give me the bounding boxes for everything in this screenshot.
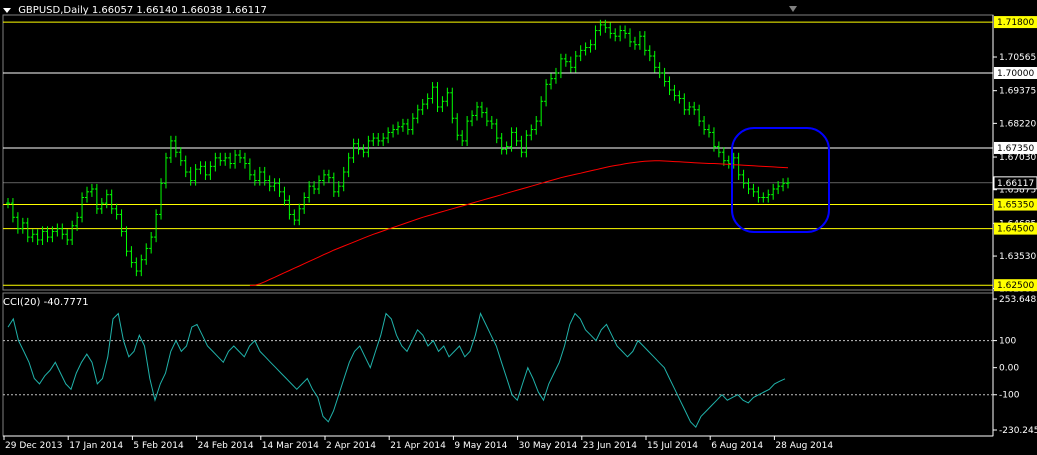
cci-panel-frame	[2, 292, 994, 437]
time-tick-label: 2 Apr 2014	[326, 441, 376, 451]
chart-shift-marker	[789, 6, 797, 12]
time-tick-label: 6 Aug 2014	[711, 441, 763, 451]
cci-tick-label: 253.6482	[999, 295, 1037, 305]
cci-line	[7, 312, 786, 429]
price-tick-label: 1.69375	[999, 87, 1036, 97]
time-tick-label: 23 Jun 2014	[583, 441, 637, 451]
time-tick-label: 28 Aug 2014	[775, 441, 833, 451]
time-tick-label: 17 Jan 2014	[69, 441, 123, 451]
price-tick-label: 1.67030	[999, 153, 1036, 163]
cci-tick-label: -230.2458	[999, 426, 1037, 436]
level-label: 1.67350	[997, 144, 1034, 154]
time-tick-label: 21 Apr 2014	[390, 441, 446, 451]
chart-canvas[interactable]: 1.705651.693751.682201.670301.658751.646…	[0, 0, 1037, 455]
cci-tick-label: -100	[999, 391, 1020, 401]
time-tick-label: 15 Jul 2014	[647, 441, 698, 451]
time-tick-label: 14 Mar 2014	[262, 441, 319, 451]
price-tick-label: 1.68220	[999, 119, 1036, 129]
time-tick-label: 29 Dec 2013	[5, 441, 63, 451]
current-price-label: 1.66117	[997, 179, 1034, 189]
level-label: 1.70000	[997, 69, 1034, 79]
price-tick-label: 1.70565	[999, 53, 1036, 63]
time-tick-label: 5 Feb 2014	[133, 441, 184, 451]
level-label: 1.64500	[997, 225, 1034, 235]
cci-tick-label: 0.00	[999, 364, 1019, 374]
moving-average-line	[249, 160, 789, 286]
cci-tick-label: 100	[999, 337, 1016, 347]
level-label: 1.62500	[997, 281, 1034, 291]
level-label: 1.71800	[997, 18, 1034, 28]
annotation-box	[731, 127, 830, 233]
price-tick-label: 1.63530	[999, 252, 1036, 262]
level-label: 1.65350	[997, 201, 1034, 211]
time-tick-label: 24 Feb 2014	[198, 441, 254, 451]
time-tick-label: 30 May 2014	[519, 441, 578, 451]
time-tick-label: 9 May 2014	[454, 441, 507, 451]
